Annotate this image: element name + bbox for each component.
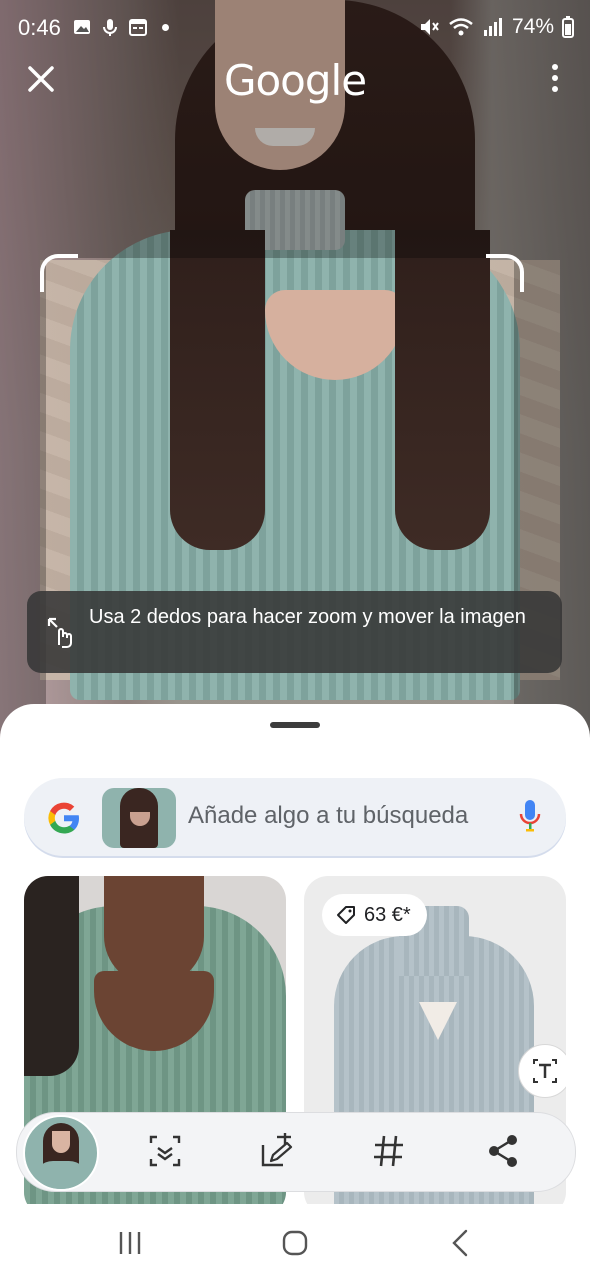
notification-dot-icon	[162, 23, 169, 31]
photo-hair-right	[395, 230, 490, 550]
result-image-hair	[24, 876, 79, 1076]
mic-status-icon	[103, 19, 117, 36]
system-nav-bar	[0, 1204, 590, 1280]
gallery-icon	[74, 20, 90, 34]
add-to-search-icon[interactable]	[257, 1131, 297, 1171]
search-placeholder: Añade algo a tu búsqueda	[188, 802, 469, 829]
share-icon[interactable]	[483, 1131, 523, 1171]
sheet-drag-handle[interactable]	[270, 722, 320, 728]
signal-icon	[483, 18, 502, 36]
google-g-icon	[48, 802, 79, 834]
text-select-button[interactable]	[518, 1044, 566, 1098]
query-image-thumbnail[interactable]	[102, 788, 176, 848]
crop-corner-top-left[interactable]	[40, 254, 78, 292]
battery-icon	[562, 16, 574, 38]
more-vert-icon[interactable]	[550, 64, 560, 94]
battery-percent: 74%	[511, 15, 554, 38]
search-bar[interactable]: Añade algo a tu búsqueda	[24, 778, 566, 856]
hashtag-icon[interactable]	[369, 1131, 409, 1171]
scan-icon[interactable]	[145, 1131, 185, 1171]
recents-icon[interactable]	[115, 1228, 145, 1258]
calendar-icon	[129, 19, 147, 36]
photo-hair-left	[170, 230, 265, 550]
wifi-icon	[449, 18, 473, 36]
result-image-face	[104, 876, 204, 986]
status-bar: 0:46 74%	[0, 0, 590, 56]
zoom-hint-text: Usa 2 dedos para hacer zoom y mover la i…	[89, 606, 526, 628]
price-badge: 63 €*	[322, 894, 427, 936]
zoom-hint-toast: Usa 2 dedos para hacer zoom y mover la i…	[27, 591, 562, 673]
source-image-thumbnail[interactable]	[23, 1115, 99, 1191]
mute-icon	[420, 19, 439, 35]
back-icon[interactable]	[446, 1228, 476, 1258]
crop-corner-top-right[interactable]	[486, 254, 524, 292]
pinch-zoom-icon	[47, 617, 72, 648]
status-time: 0:46	[18, 15, 61, 40]
text-select-icon	[533, 1059, 557, 1083]
tag-icon	[337, 906, 355, 924]
mic-icon[interactable]	[518, 798, 542, 836]
price-text: 63 €*	[364, 903, 411, 926]
home-icon[interactable]	[280, 1228, 310, 1258]
google-logo: Google	[223, 56, 367, 105]
action-bar	[16, 1112, 576, 1192]
